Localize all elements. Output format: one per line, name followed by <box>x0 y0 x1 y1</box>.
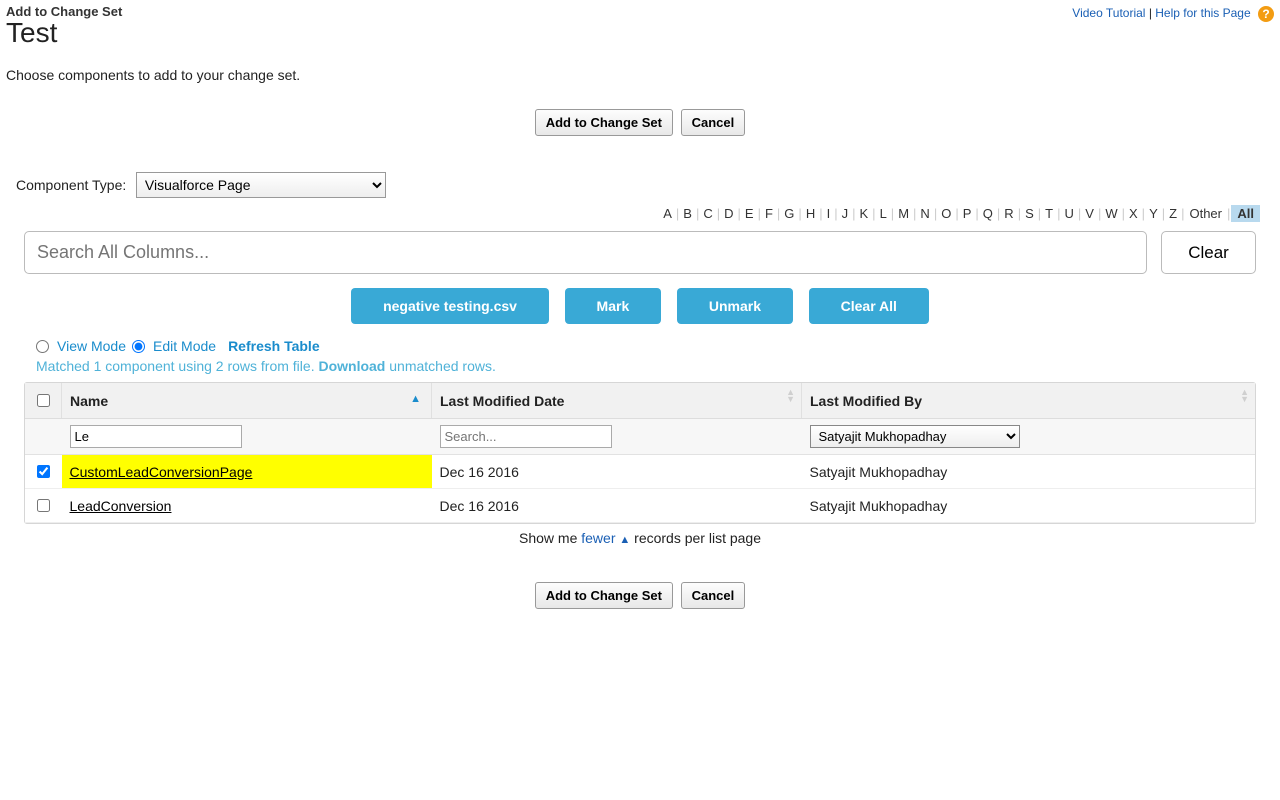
nav-separator: | <box>833 206 838 221</box>
alpha-letter-s[interactable]: S <box>1022 206 1037 221</box>
clear-search-button[interactable]: Clear <box>1161 231 1256 274</box>
nav-separator: | <box>871 206 876 221</box>
alpha-letter-z[interactable]: Z <box>1166 206 1180 221</box>
nav-separator: | <box>954 206 959 221</box>
component-type-select[interactable]: Visualforce Page <box>136 172 386 198</box>
unmark-button[interactable]: Unmark <box>677 288 793 324</box>
table-row: CustomLeadConversionPage Dec 16 2016Satya… <box>25 455 1255 489</box>
alpha-letter-b[interactable]: B <box>680 206 695 221</box>
alpha-letter-h[interactable]: H <box>803 206 818 221</box>
alpha-letter-g[interactable]: G <box>781 206 797 221</box>
nav-separator: | <box>974 206 979 221</box>
edit-mode-label[interactable]: Edit Mode <box>153 338 216 354</box>
fewer-records-link[interactable]: fewer <box>581 530 615 546</box>
alpha-letter-f[interactable]: F <box>762 206 776 221</box>
alpha-letter-t[interactable]: T <box>1042 206 1056 221</box>
column-header-by[interactable]: Last Modified By ▲▼ <box>802 383 1256 419</box>
alpha-letter-y[interactable]: Y <box>1146 206 1161 221</box>
alpha-letter-e[interactable]: E <box>742 206 757 221</box>
nav-separator: | <box>797 206 802 221</box>
help-icon[interactable]: ? <box>1258 6 1274 22</box>
video-tutorial-link[interactable]: Video Tutorial <box>1072 6 1145 20</box>
nav-separator: | <box>818 206 823 221</box>
last-modified-date: Dec 16 2016 <box>432 489 802 523</box>
name-filter-input[interactable] <box>70 425 242 448</box>
component-name-link[interactable]: CustomLeadConversionPage <box>70 464 253 480</box>
nav-separator: | <box>851 206 856 221</box>
view-mode-radio[interactable] <box>36 340 49 353</box>
download-unmatched-link[interactable]: Download <box>318 358 385 374</box>
alpha-letter-a[interactable]: A <box>660 206 675 221</box>
cancel-button-top[interactable]: Cancel <box>681 109 746 136</box>
sort-asc-icon: ▲ <box>410 393 421 405</box>
page-description: Choose components to add to your change … <box>6 67 1274 83</box>
alpha-letter-v[interactable]: V <box>1082 206 1097 221</box>
up-arrow-icon: ▲ <box>619 534 630 546</box>
modified-by-filter-select[interactable]: Satyajit Mukhopadhay <box>810 425 1020 448</box>
column-header-name[interactable]: Name ▲ <box>62 383 432 419</box>
alpha-letter-u[interactable]: U <box>1061 206 1076 221</box>
select-all-checkbox[interactable] <box>37 394 50 407</box>
component-type-label: Component Type: <box>16 177 126 193</box>
last-modified-by: Satyajit Mukhopadhay <box>802 489 1256 523</box>
alpha-other[interactable]: Other <box>1185 206 1226 221</box>
file-button[interactable]: negative testing.csv <box>351 288 549 324</box>
row-checkbox[interactable] <box>37 465 50 478</box>
last-modified-date: Dec 16 2016 <box>432 455 802 489</box>
sort-arrows-icon: ▲▼ <box>1240 389 1249 403</box>
alpha-letter-q[interactable]: Q <box>980 206 996 221</box>
edit-mode-radio[interactable] <box>132 340 145 353</box>
alpha-all[interactable]: All <box>1231 205 1260 222</box>
view-mode-label[interactable]: View Mode <box>57 338 126 354</box>
alpha-letter-p[interactable]: P <box>960 206 975 221</box>
mark-button[interactable]: Mark <box>565 288 662 324</box>
alpha-letter-d[interactable]: D <box>721 206 736 221</box>
alpha-letter-o[interactable]: O <box>938 206 954 221</box>
page-title: Test <box>6 17 122 49</box>
column-header-date[interactable]: Last Modified Date ▲▼ <box>432 383 802 419</box>
search-all-columns-input[interactable] <box>24 231 1147 274</box>
alpha-letter-l[interactable]: L <box>877 206 890 221</box>
component-name-link[interactable]: LeadConversion <box>70 498 172 514</box>
alpha-letter-w[interactable]: W <box>1102 206 1120 221</box>
alpha-letter-m[interactable]: M <box>895 206 912 221</box>
sort-arrows-icon: ▲▼ <box>786 389 795 403</box>
cancel-button-bottom[interactable]: Cancel <box>681 582 746 609</box>
pager: Show me fewer ▲ records per list page <box>6 530 1274 546</box>
help-page-link[interactable]: Help for this Page <box>1155 6 1250 20</box>
table-row: LeadConversion Dec 16 2016Satyajit Mukhop… <box>25 489 1255 523</box>
add-to-change-set-button-bottom[interactable]: Add to Change Set <box>535 582 673 609</box>
alpha-nav: A|B|C|D|E|F|G|H|I|J|K|L|M|N|O|P|Q|R|S|T|… <box>6 206 1260 221</box>
date-filter-input[interactable] <box>440 425 612 448</box>
alpha-letter-x[interactable]: X <box>1126 206 1141 221</box>
alpha-letter-c[interactable]: C <box>700 206 715 221</box>
alpha-letter-r[interactable]: R <box>1001 206 1016 221</box>
alpha-letter-k[interactable]: K <box>857 206 872 221</box>
row-checkbox[interactable] <box>37 499 50 512</box>
alpha-letter-i[interactable]: I <box>824 206 834 221</box>
components-table: Name ▲ Last Modified Date ▲▼ Last Modifi… <box>25 383 1255 523</box>
alpha-letter-n[interactable]: N <box>917 206 932 221</box>
alpha-letter-j[interactable]: J <box>839 206 852 221</box>
last-modified-by: Satyajit Mukhopadhay <box>802 455 1256 489</box>
match-status: Matched 1 component using 2 rows from fi… <box>36 358 1274 374</box>
clear-all-button[interactable]: Clear All <box>809 288 929 324</box>
refresh-table-link[interactable]: Refresh Table <box>228 338 320 354</box>
add-to-change-set-button-top[interactable]: Add to Change Set <box>535 109 673 136</box>
